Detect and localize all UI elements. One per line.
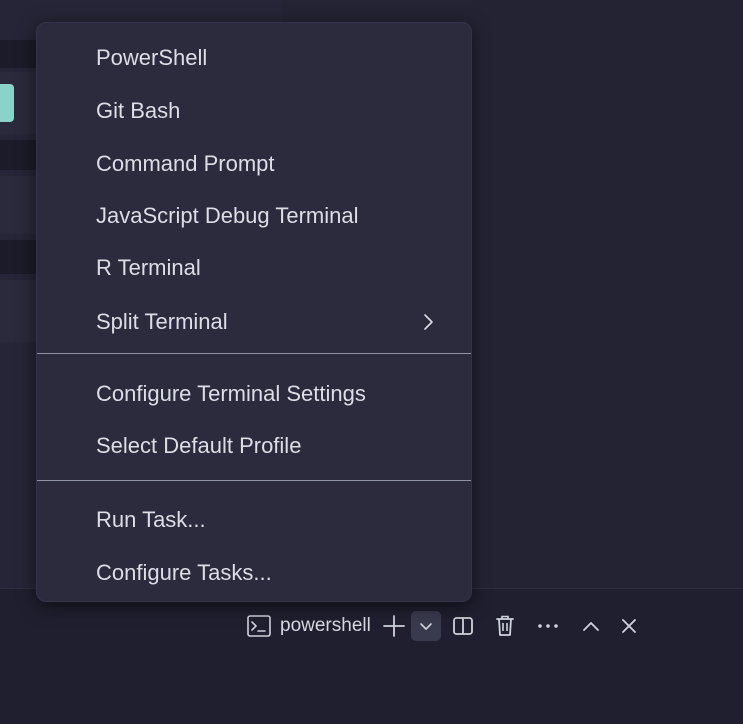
terminal-tab-powershell[interactable]: powershell — [240, 610, 377, 642]
sidebar-row — [0, 240, 40, 274]
sidebar-accent-marker — [0, 84, 14, 122]
launch-profile-dropdown-button[interactable] — [410, 611, 441, 641]
menu-item-label: Git Bash — [96, 98, 181, 123]
more-actions-button[interactable] — [525, 610, 571, 642]
new-terminal-button[interactable] — [377, 610, 411, 642]
menu-item-javascript-debug-terminal[interactable]: JavaScript Debug Terminal — [37, 195, 471, 237]
menu-item-label: R Terminal — [96, 255, 201, 280]
menu-separator — [37, 480, 471, 481]
menu-separator — [37, 353, 471, 354]
plus-icon — [382, 615, 405, 637]
menu-item-git-bash[interactable]: Git Bash — [37, 90, 471, 132]
menu-item-command-prompt[interactable]: Command Prompt — [37, 143, 471, 185]
menu-item-configure-tasks[interactable]: Configure Tasks... — [37, 552, 471, 594]
menu-item-select-default-profile[interactable]: Select Default Profile — [37, 425, 471, 467]
split-icon — [452, 617, 473, 635]
menu-item-label: Run Task... — [96, 507, 206, 532]
close-icon — [621, 619, 636, 633]
sidebar-row — [0, 280, 40, 342]
terminal-toolbar: powershell — [240, 604, 647, 648]
menu-item-run-task[interactable]: Run Task... — [37, 499, 471, 541]
close-panel-button[interactable] — [611, 610, 647, 642]
sidebar-row — [0, 140, 40, 170]
menu-item-label: PowerShell — [96, 45, 208, 70]
menu-item-label: Configure Tasks... — [96, 560, 272, 585]
menu-item-r-terminal[interactable]: R Terminal — [37, 247, 471, 289]
chevron-up-icon — [582, 622, 599, 631]
terminal-tab-label: powershell — [280, 615, 371, 636]
chevron-right-icon — [424, 314, 433, 330]
more-icon — [538, 624, 558, 628]
split-terminal-button[interactable] — [441, 610, 485, 642]
menu-item-powershell[interactable]: PowerShell — [37, 37, 471, 79]
chevron-down-icon — [420, 623, 432, 630]
menu-item-label: Split Terminal — [96, 309, 228, 334]
launch-profile-menu: PowerShell Git Bash Command Prompt JavaS… — [36, 22, 472, 602]
maximize-panel-button[interactable] — [571, 610, 611, 642]
terminal-icon — [247, 615, 271, 637]
sidebar-row — [0, 40, 40, 68]
kill-terminal-button[interactable] — [485, 610, 525, 642]
menu-item-label: Command Prompt — [96, 151, 275, 176]
menu-item-label: Configure Terminal Settings — [96, 381, 366, 406]
sidebar-row — [0, 176, 40, 234]
trash-icon — [495, 615, 514, 636]
menu-item-label: Select Default Profile — [96, 433, 302, 458]
menu-item-configure-terminal-settings[interactable]: Configure Terminal Settings — [37, 373, 471, 415]
vscode-window: powershell PowerShell Git Bash Command P… — [0, 0, 743, 724]
menu-item-label: JavaScript Debug Terminal — [96, 203, 359, 228]
menu-item-split-terminal[interactable]: Split Terminal — [37, 301, 471, 343]
